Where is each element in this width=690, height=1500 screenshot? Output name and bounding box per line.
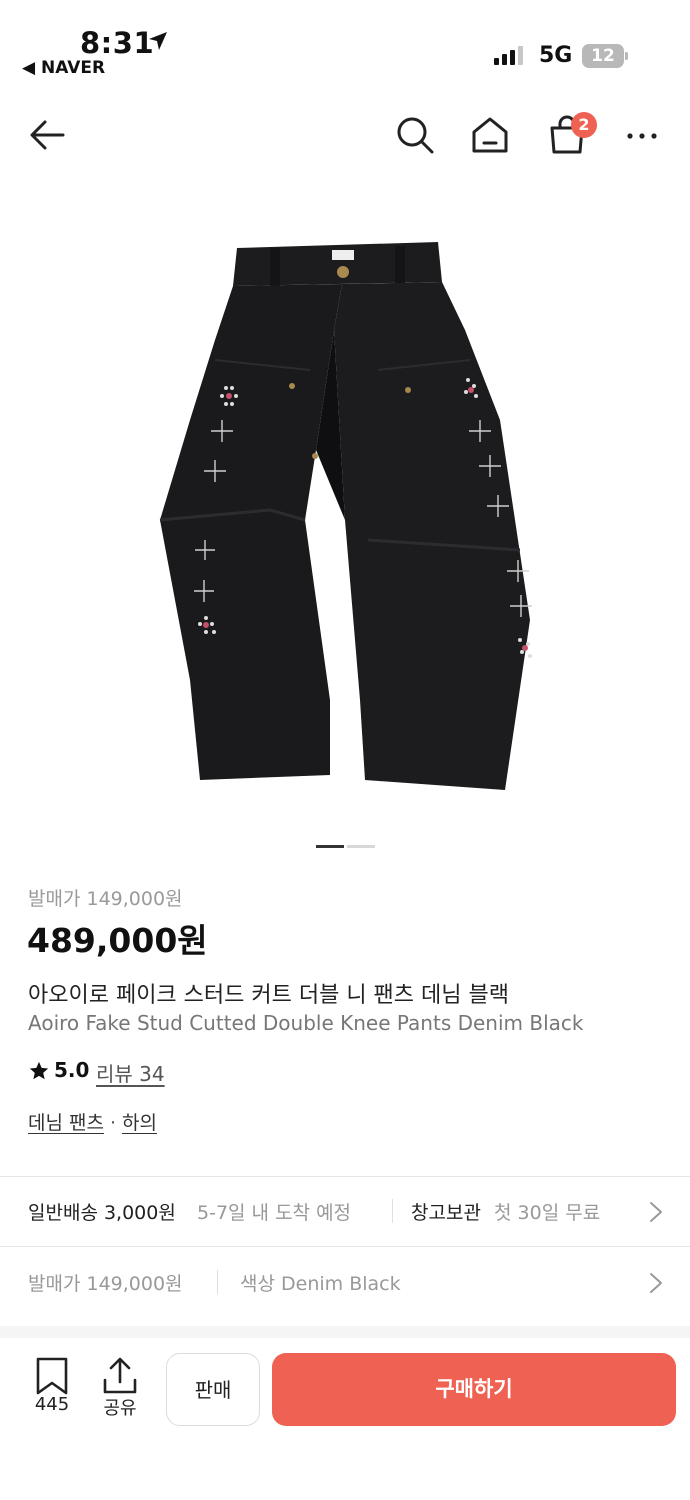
chevron-right-icon[interactable] bbox=[648, 1271, 664, 1295]
options-row[interactable]: 발매가 149,000원 색상 Denim Black bbox=[0, 1247, 690, 1317]
location-arrow-icon bbox=[149, 32, 167, 50]
wish-count: 445 bbox=[34, 1394, 70, 1415]
back-to-app-link[interactable]: ◀ NAVER bbox=[22, 58, 105, 78]
warehouse-storage-offer: 첫 30일 무료 bbox=[494, 1202, 601, 1224]
product-price: 489,000원 bbox=[27, 921, 208, 960]
status-bar: 8:31 ◀ NAVER 5G 12 bbox=[0, 0, 690, 90]
product-title-en: Aoiro Fake Stud Cutted Double Knee Pants… bbox=[28, 1011, 584, 1035]
bookmark-icon[interactable] bbox=[28, 1356, 76, 1396]
reviews-link[interactable]: 리뷰 34 bbox=[96, 1058, 165, 1087]
bottom-action-bar: 445 공유 판매 구매하기 bbox=[0, 1338, 690, 1500]
signal-icon bbox=[494, 46, 523, 65]
battery-level: 12 bbox=[591, 46, 615, 66]
product-title-ko: 아오이로 페이크 스터드 커트 더블 니 팬츠 데님 블랙 bbox=[28, 983, 509, 1008]
cart-count-badge: 2 bbox=[571, 112, 597, 138]
category-link[interactable]: 데님 팬츠 bbox=[28, 1112, 104, 1134]
battery-icon: 12 bbox=[582, 44, 628, 68]
status-time: 8:31 bbox=[80, 26, 155, 60]
parent-category-link[interactable]: 하의 bbox=[122, 1112, 157, 1134]
home-icon[interactable] bbox=[467, 112, 513, 158]
sell-button[interactable]: 판매 bbox=[166, 1353, 260, 1426]
option-color: 색상 Denim Black bbox=[240, 1273, 401, 1295]
release-price: 발매가 149,000원 bbox=[28, 888, 183, 910]
gallery-indicator-active bbox=[316, 845, 344, 848]
share-icon[interactable] bbox=[100, 1356, 140, 1396]
warehouse-storage: 창고보관 bbox=[411, 1202, 481, 1224]
more-icon[interactable] bbox=[619, 112, 665, 158]
section-gap bbox=[0, 1326, 690, 1338]
chevron-right-icon[interactable] bbox=[648, 1200, 664, 1224]
product-image[interactable] bbox=[120, 220, 570, 810]
rating-value: 5.0 bbox=[54, 1058, 90, 1082]
shipping-row[interactable]: 일반배송 3,000원 5-7일 내 도착 예정 창고보관 첫 30일 무료 bbox=[0, 1176, 690, 1246]
shipping-eta: 5-7일 내 도착 예정 bbox=[197, 1202, 352, 1224]
buy-button[interactable]: 구매하기 bbox=[272, 1353, 676, 1426]
shipping-fee: 일반배송 3,000원 bbox=[28, 1202, 176, 1224]
search-icon[interactable] bbox=[392, 112, 438, 158]
gallery-indicator bbox=[347, 845, 375, 848]
category-separator: · bbox=[109, 1112, 117, 1134]
back-arrow-icon[interactable] bbox=[25, 112, 71, 158]
category-breadcrumb: 데님 팬츠 · 하의 bbox=[28, 1108, 157, 1135]
separator bbox=[217, 1270, 218, 1294]
separator bbox=[392, 1199, 393, 1223]
option-release-price: 발매가 149,000원 bbox=[28, 1273, 183, 1295]
share-label[interactable]: 공유 bbox=[96, 1394, 144, 1420]
network-type: 5G bbox=[539, 43, 573, 68]
star-icon bbox=[29, 1061, 49, 1080]
